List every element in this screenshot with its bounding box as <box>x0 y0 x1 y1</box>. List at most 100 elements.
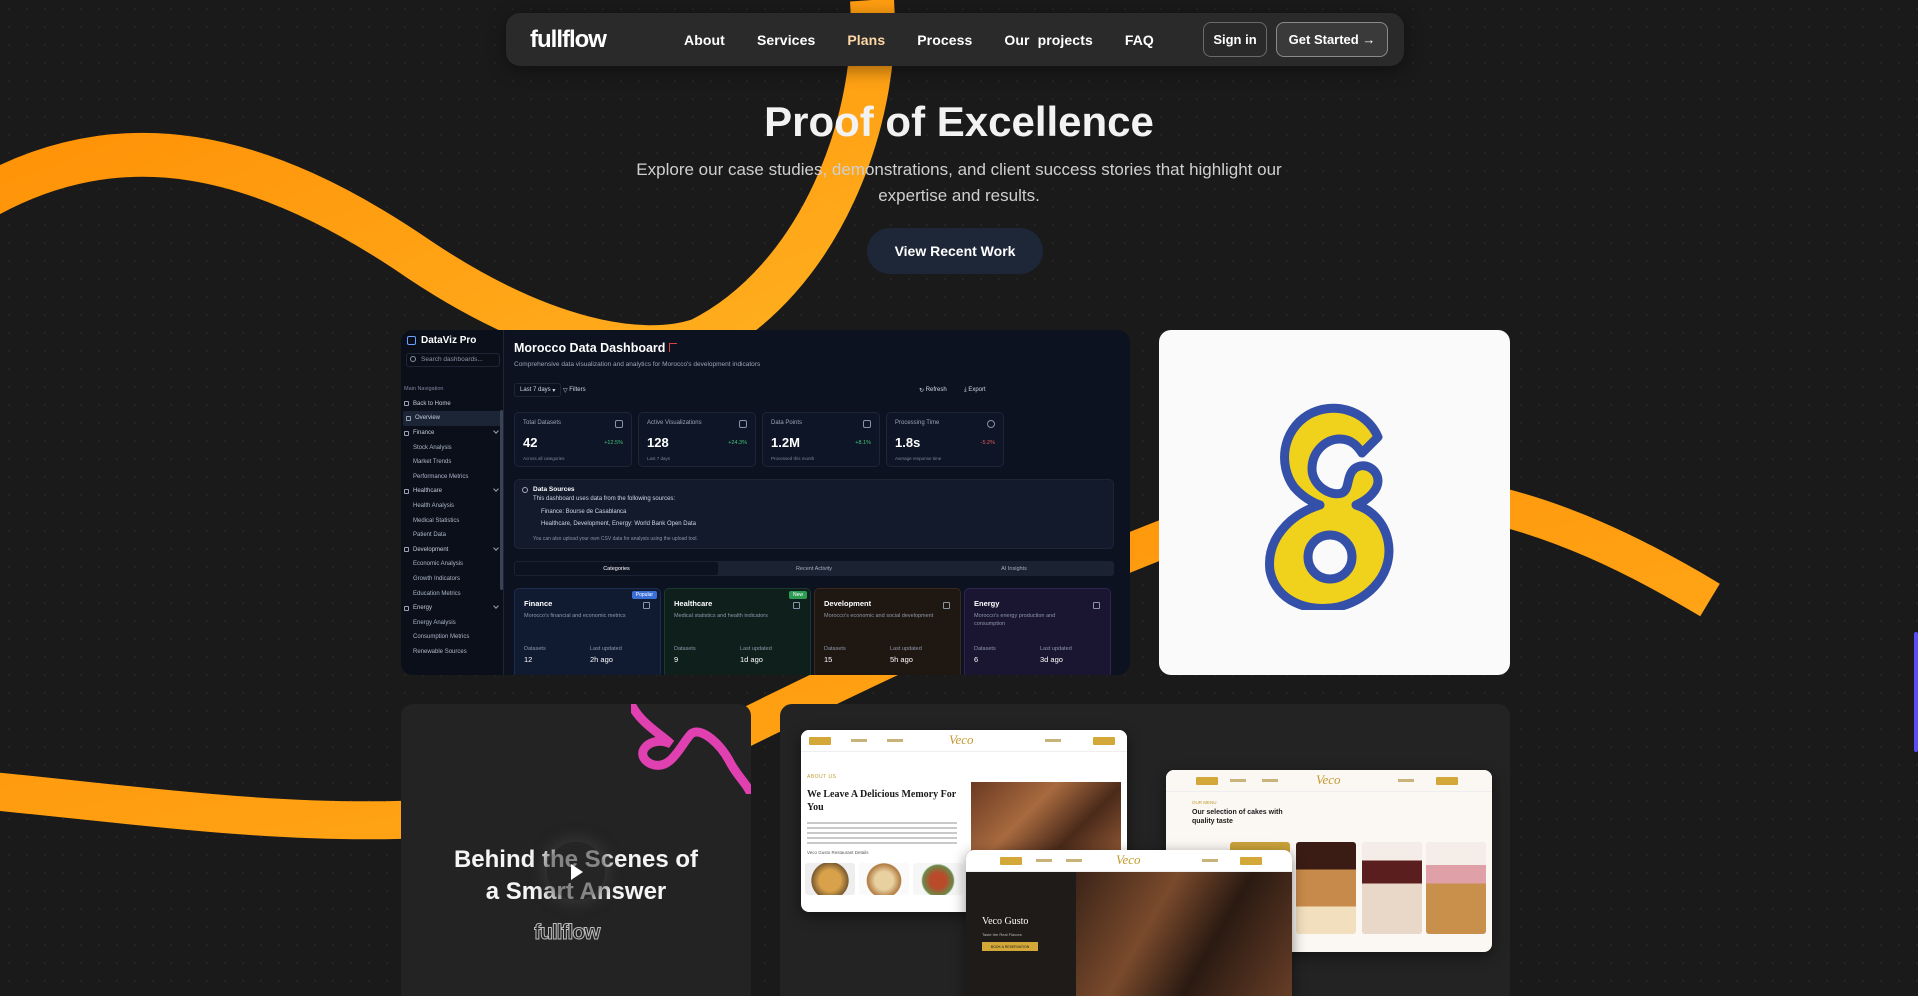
sidebar-item[interactable]: Performance Metrics <box>401 470 504 485</box>
sidebar-item[interactable]: Overview <box>403 411 502 426</box>
sign-in-button[interactable]: Sign in <box>1203 22 1267 57</box>
data-source-item[interactable]: Healthcare, Development, Energy: World B… <box>541 521 696 527</box>
sidebar-item-label: Education Metrics <box>413 590 461 597</box>
fullflow-logo-muted: fullflow <box>534 921 603 945</box>
updated-value: 1d ago <box>740 655 763 664</box>
nav-pill <box>809 737 831 745</box>
svg-text:fullflow: fullflow <box>534 921 601 944</box>
menu-heading: Our selection of cakes with quality tast… <box>1192 809 1283 825</box>
sidebar-item[interactable]: Patient Data <box>401 528 504 543</box>
category-description: Morocco's financial and economic metrics <box>524 613 626 619</box>
dashboard-search-input[interactable]: Search dashboards... <box>406 353 500 367</box>
category-card[interactable]: Energy Morocco's energy production and co… <box>964 588 1111 675</box>
kpi-label: Total Datasets <box>523 420 562 426</box>
nav-pill <box>1240 857 1262 865</box>
tab-recent-activity[interactable]: Recent Activity <box>714 562 914 575</box>
kpi-card-processing-time[interactable]: Processing Time 1.8s -5.2% Average respo… <box>886 412 1004 467</box>
datasets-value: 9 <box>674 655 679 664</box>
food-photo <box>859 863 909 895</box>
sidebar-item[interactable]: Economic Analysis <box>401 557 504 572</box>
tab-ai-insights[interactable]: AI Insights <box>914 562 1114 575</box>
nav-link-services[interactable]: Services <box>757 32 815 48</box>
page-scroll-indicator[interactable] <box>1914 632 1918 752</box>
sidebar-item[interactable]: Back to Home <box>401 397 504 412</box>
kpi-card-active-visualizations[interactable]: Active Visualizations 128 +24.3% Last 7 … <box>638 412 756 467</box>
nav-link-about[interactable]: About <box>684 32 725 48</box>
sidebar-item[interactable]: Growth Indicators <box>401 572 504 587</box>
sidebar-item-label: Back to Home <box>413 400 451 407</box>
sidebar-item[interactable]: Stock Analysis <box>401 440 504 455</box>
sidebar-item[interactable]: Consumption Metrics <box>401 630 504 645</box>
kpi-card-total-datasets[interactable]: Total Datasets 42 +12.5% Across all cate… <box>514 412 632 467</box>
sidebar-scrollbar[interactable] <box>500 410 503 590</box>
refresh-button[interactable]: ↻ Refresh <box>914 383 952 397</box>
sidebar-item-label: Development <box>413 546 449 553</box>
brand-mark-card[interactable] <box>1159 330 1510 675</box>
kpi-value: 1.8s <box>895 435 921 450</box>
sidebar-item[interactable]: Renewable Sources <box>401 645 504 660</box>
nav-link-process[interactable]: Process <box>917 32 972 48</box>
reservation-button: BOOK A RESERVATION <box>982 942 1038 951</box>
sidebar-item-label: Health Analysis <box>413 503 455 510</box>
sidebar-item-label: Growth Indicators <box>413 576 461 583</box>
sidebar-item-label: Stock Analysis <box>413 444 452 451</box>
kpi-card-data-points[interactable]: Data Points 1.2M +8.1% Processed this mo… <box>762 412 880 467</box>
restaurant-website-card[interactable]: Veco ABOUT US We Leave A Delicious Memor… <box>780 704 1510 996</box>
updated-label: Last updated <box>1040 646 1072 652</box>
nav-link-faq[interactable]: FAQ <box>1125 32 1154 48</box>
sidebar-item[interactable]: Medical Statistics <box>401 513 504 528</box>
nav-icon <box>404 605 409 611</box>
nav-link-our-projects[interactable]: Our projects <box>1004 32 1092 48</box>
tab-categories[interactable]: Categories <box>515 562 718 575</box>
refresh-icon: ↻ <box>919 387 925 394</box>
nav-link-plans[interactable]: Plans <box>847 32 885 48</box>
category-icon <box>1093 602 1100 609</box>
filters-button[interactable]: ▽ Filters <box>558 383 591 397</box>
category-card[interactable]: Healthcare Medical statistics and health … <box>664 588 811 675</box>
sidebar-item-label: Overview <box>415 415 441 422</box>
datasets-label: Datasets <box>824 646 846 652</box>
chevron-down-icon <box>493 544 499 551</box>
datasets-label: Datasets <box>974 646 996 652</box>
sidebar-item[interactable]: Energy <box>401 601 504 616</box>
site-navbar: Veco <box>1166 770 1492 792</box>
get-started-button[interactable]: Get Started → <box>1276 22 1388 57</box>
sidebar-item-label: Energy Analysis <box>413 619 456 626</box>
category-icon <box>793 602 800 609</box>
veco-brand: Veco <box>1116 852 1141 867</box>
export-button[interactable]: ⤓ Export <box>959 383 991 397</box>
sidebar-item-label: Economic Analysis <box>413 561 464 568</box>
sidebar-item[interactable]: Education Metrics <box>401 586 504 601</box>
play-icon[interactable] <box>571 864 583 880</box>
range-select[interactable]: Last 7 days ▾ <box>514 383 562 397</box>
dashboard-preview-card[interactable]: DataViz Pro Search dashboards... Main Na… <box>401 330 1130 675</box>
behind-the-scenes-video-card[interactable]: Behind the Scenes of a Smart Answer full… <box>401 704 751 996</box>
fullflow-logo[interactable]: fullflow <box>530 26 622 52</box>
nav-icon <box>404 547 409 553</box>
category-badge: New <box>788 591 807 599</box>
flag-icon <box>669 343 677 352</box>
sidebar-item[interactable]: Market Trends <box>401 455 504 470</box>
datasets-value: 6 <box>974 655 979 664</box>
refresh-label: Refresh <box>925 387 947 393</box>
sidebar-item[interactable]: Energy Analysis <box>401 616 504 631</box>
data-source-item[interactable]: Finance: Bourse de Casablanca <box>541 509 626 515</box>
sidebar-item[interactable]: Finance <box>401 426 504 441</box>
download-icon: ⤓ <box>964 386 967 393</box>
updated-value: 3d ago <box>1040 655 1063 664</box>
sidebar-item[interactable]: Healthcare <box>401 484 504 499</box>
nav-pill <box>1000 857 1022 865</box>
sidebar-item[interactable]: Health Analysis <box>401 499 504 514</box>
nav-link-placeholder <box>1262 779 1278 782</box>
sidebar-item-label: Medical Statistics <box>413 517 460 524</box>
datasets-label: Datasets <box>674 646 696 652</box>
veco-brand: Veco <box>949 732 974 747</box>
updated-label: Last updated <box>740 646 772 652</box>
view-recent-work-button[interactable]: View Recent Work <box>867 228 1043 274</box>
category-card[interactable]: Finance Morocco's financial and economic … <box>514 588 661 675</box>
category-badge: Popular <box>631 591 657 599</box>
category-card[interactable]: Development Morocco's economic and social… <box>814 588 961 675</box>
category-icon <box>643 602 650 609</box>
sidebar-item[interactable]: Development <box>401 543 504 558</box>
kpi-sub: Last 7 days <box>647 456 671 461</box>
